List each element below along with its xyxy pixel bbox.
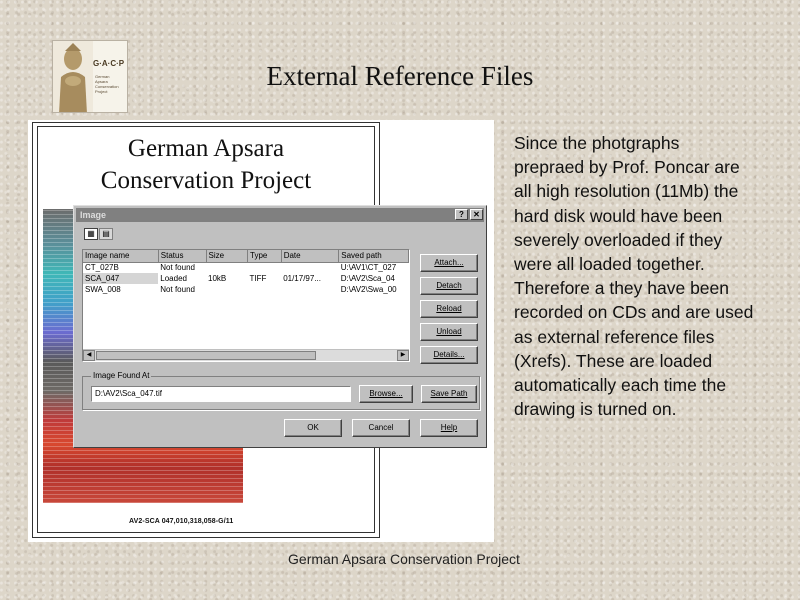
cell-size (206, 284, 247, 295)
image-list[interactable]: Image name Status Size Type Date Saved p… (82, 249, 410, 362)
slide-footer: German Apsara Conservation Project (288, 551, 520, 567)
cell-status: Not found (160, 285, 195, 294)
cell-path: D:\AV2\Swa_00 (340, 285, 397, 294)
column-header[interactable]: Size (206, 250, 249, 263)
view-toggle: ▦ ▤ (84, 228, 114, 240)
slide-title: External Reference Files (266, 61, 534, 91)
sheet-title: German Apsara Conservation Project (33, 133, 379, 197)
cell-type (248, 262, 282, 273)
horizontal-scrollbar[interactable]: ◀ ▶ (83, 349, 409, 361)
dialog-title: Image (80, 210, 107, 220)
image-found-at-label: Image Found At (91, 371, 152, 380)
cell-name: SWA_008 (85, 285, 121, 294)
slide-body-text: Since the photgraphs prepraed by Prof. P… (514, 133, 754, 420)
image-path-field[interactable]: D:\AV2\Sca_047.tif (91, 386, 351, 402)
cell-path: U:\AV1\CT_027 (340, 263, 397, 273)
image-found-at-group: Image Found At D:\AV2\Sca_047.tif Browse… (82, 371, 480, 410)
scrollbar-thumb[interactable] (96, 351, 316, 360)
cell-date (281, 284, 339, 295)
table-row[interactable]: SWA_008 Not found D:\AV2\Swa_00 (83, 284, 409, 295)
table-row[interactable]: SCA_047 Loaded 10kB TIFF 01/17/97... D:\… (83, 273, 409, 284)
cancel-button[interactable]: Cancel (352, 419, 410, 437)
table-row[interactable]: CT_027B Not found U:\AV1\CT_027 (83, 262, 409, 273)
column-header[interactable]: Date (281, 250, 340, 263)
close-icon[interactable]: ✕ (470, 209, 483, 220)
cell-status: Loaded (160, 274, 187, 283)
ok-button[interactable]: OK (284, 419, 342, 437)
cell-name: CT_027B (85, 263, 119, 273)
save-path-button[interactable]: Save Path (421, 385, 477, 403)
help-button[interactable]: Help (420, 419, 478, 437)
slide-title-row: External Reference Files (0, 61, 800, 92)
screenshot-panel: German Apsara Conservation Project AV2-S… (28, 120, 494, 542)
cell-path: D:\AV2\Sca_04 (340, 274, 395, 283)
column-header[interactable]: Saved path (338, 250, 409, 263)
cell-date (281, 262, 339, 273)
list-view-icon[interactable]: ▦ (84, 228, 98, 240)
cell-date: 01/17/97... (283, 274, 321, 283)
column-header[interactable]: Image name (83, 250, 159, 263)
cell-name: SCA_047 (83, 273, 159, 284)
dialog-titlebar: Image ? ✕ (76, 208, 484, 222)
reload-button[interactable]: Reload (420, 300, 478, 318)
drawing-caption: AV2-SCA 047,010,318,058-G/11 (129, 518, 234, 525)
sheet-title-line: Conservation Project (100, 167, 312, 194)
cell-size: 10kB (208, 274, 227, 283)
scroll-left-icon[interactable]: ◀ (83, 350, 95, 361)
column-header[interactable]: Status (158, 250, 207, 263)
column-header[interactable]: Type (247, 250, 282, 263)
details-button[interactable]: Details... (420, 346, 478, 364)
unload-button[interactable]: Unload (420, 323, 478, 341)
scroll-right-icon[interactable]: ▶ (397, 350, 409, 361)
help-icon[interactable]: ? (455, 209, 468, 220)
cell-status: Not found (160, 263, 195, 273)
tree-view-icon[interactable]: ▤ (99, 228, 113, 240)
attach-button[interactable]: Attach... (420, 254, 478, 272)
table-header-row: Image name Status Size Type Date Saved p… (83, 250, 409, 263)
cell-type (248, 284, 282, 295)
image-table: Image name Status Size Type Date Saved p… (83, 250, 409, 295)
cell-type: TIFF (249, 274, 267, 283)
image-dialog: Image ? ✕ ▦ ▤ Image name Status Size Type… (73, 205, 487, 448)
cell-size (206, 262, 247, 273)
browse-button[interactable]: Browse... (359, 385, 413, 403)
sheet-title-line: German Apsara (127, 135, 285, 162)
detach-button[interactable]: Detach (420, 277, 478, 295)
